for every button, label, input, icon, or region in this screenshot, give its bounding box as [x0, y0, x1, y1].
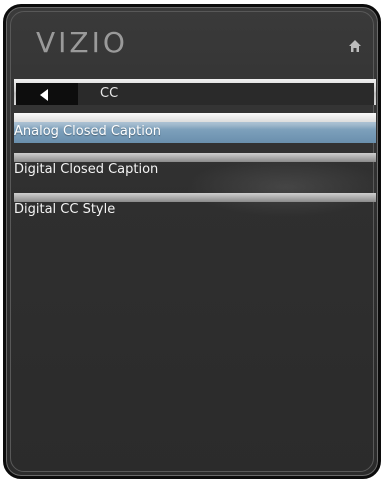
nav-title: CC [100, 86, 119, 101]
home-icon[interactable] [348, 39, 362, 53]
menu-item-label: Digital CC Style [14, 202, 116, 217]
menu-item-digital-cc-style[interactable]: Digital CC Style [14, 193, 376, 223]
back-arrow-icon [40, 89, 48, 101]
vizio-logo: VIZIO [36, 26, 128, 59]
menu-item-label: Digital Closed Caption [14, 162, 159, 177]
menu-header: VIZIO [6, 7, 378, 71]
menu-item-digital-closed-caption[interactable]: Digital Closed Caption [14, 153, 376, 183]
menu-panel: VIZIO CC Analog Closed Caption Digital C… [3, 4, 381, 479]
menu-item-label: Analog Closed Caption [14, 124, 162, 139]
tv-menu-screen: VIZIO CC Analog Closed Caption Digital C… [0, 0, 385, 483]
menu-item-analog-closed-caption[interactable]: Analog Closed Caption [14, 113, 376, 143]
nav-title-box [78, 83, 374, 105]
